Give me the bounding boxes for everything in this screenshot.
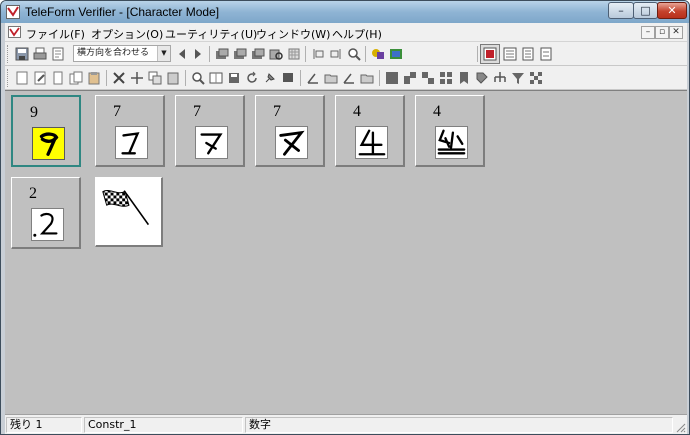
form-mode-icon[interactable] (520, 46, 536, 62)
character-tile[interactable]: 2 (11, 177, 81, 249)
character-workspace: 9 7 7 7 4 4 2 (5, 90, 687, 414)
batch-first-icon[interactable] (214, 46, 230, 62)
character-value: 9 (30, 104, 38, 121)
status-remaining: 残り 1 (6, 417, 82, 433)
character-value: 2 (29, 185, 37, 202)
character-image (32, 127, 65, 160)
character-value: 7 (113, 103, 121, 120)
paste-page-icon[interactable] (86, 70, 102, 86)
toolbar-grip[interactable] (7, 69, 10, 87)
character-image (275, 126, 308, 159)
mdi-minimize-button[interactable]: – (641, 26, 655, 39)
document-menu-icon[interactable] (8, 26, 21, 38)
edit-doc-icon[interactable] (32, 70, 48, 86)
zoom-fit-select[interactable]: 横方向を合わせる ▼ (73, 45, 171, 62)
resize-grip-icon[interactable] (674, 421, 686, 433)
menu-window[interactable]: ウィンドウ(W) (256, 26, 330, 42)
filter-icon[interactable] (510, 70, 526, 86)
previous-arrow-icon[interactable] (174, 46, 190, 62)
character-value: 7 (273, 103, 281, 120)
character-image (195, 126, 228, 159)
batch-next-icon[interactable] (250, 46, 266, 62)
checkered-flag-icon (102, 190, 150, 226)
bookmark-icon[interactable] (456, 70, 472, 86)
teleform-app-icon (6, 5, 20, 19)
menu-bar: ファイル(F) オプション(O) ユーティリティ(U) ウィンドウ(W) ヘルプ… (5, 23, 687, 42)
properties-icon[interactable] (50, 46, 66, 62)
fit-window-icon[interactable] (208, 70, 224, 86)
character-value: 4 (433, 103, 441, 120)
character-tile[interactable]: 4 (415, 95, 485, 167)
checkerboard-icon[interactable] (528, 70, 544, 86)
grid-pattern-icon[interactable] (286, 46, 302, 62)
flag-icon[interactable] (280, 70, 296, 86)
app-window: TeleForm Verifier - [Character Mode] – □… (0, 0, 690, 435)
mdi-restore-button[interactable]: ▫ (655, 26, 669, 39)
character-value: 7 (193, 103, 201, 120)
toolbar-grip[interactable] (7, 45, 10, 63)
angle-tool-icon[interactable] (305, 70, 321, 86)
close-button[interactable]: ✕ (657, 2, 687, 19)
status-constraint: Constr_1 (84, 417, 243, 433)
image-doc-icon[interactable] (14, 70, 30, 86)
mdi-close-button[interactable]: ✕ (669, 26, 683, 39)
shapes-color-icon[interactable] (370, 46, 386, 62)
field-first-icon[interactable] (310, 46, 326, 62)
pin-icon[interactable] (262, 70, 278, 86)
character-image (115, 126, 148, 159)
character-tile[interactable]: 7 (255, 95, 325, 167)
window-title: TeleForm Verifier - [Character Mode] (25, 5, 220, 19)
zoom-icon[interactable] (190, 70, 206, 86)
save-image-icon[interactable] (226, 70, 242, 86)
copy-icon[interactable] (147, 70, 163, 86)
character-mode-icon (483, 47, 497, 61)
image-color-icon[interactable] (388, 46, 404, 62)
save-icon[interactable] (14, 46, 30, 62)
menu-file[interactable]: ファイル(F) (26, 26, 85, 42)
tree-icon[interactable] (492, 70, 508, 86)
status-bar: 残り 1 Constr_1 数字 (5, 414, 687, 434)
toolbar-edit (5, 66, 687, 90)
move-icon[interactable] (129, 70, 145, 86)
print-icon[interactable] (32, 46, 48, 62)
character-tile[interactable]: 7 (95, 95, 165, 167)
character-tile[interactable]: 4 (335, 95, 405, 167)
field-last-icon[interactable] (328, 46, 344, 62)
layout-b-icon[interactable] (420, 70, 436, 86)
find-field-icon[interactable] (346, 46, 362, 62)
delete-icon[interactable] (111, 70, 127, 86)
character-tile[interactable]: 7 (175, 95, 245, 167)
layout-c-icon[interactable] (438, 70, 454, 86)
batch-prev-icon[interactable] (232, 46, 248, 62)
open-folder-icon[interactable] (323, 70, 339, 86)
rotate-icon[interactable] (244, 70, 260, 86)
field-mode-icon[interactable] (502, 46, 518, 62)
menu-utility[interactable]: ユーティリティ(U) (165, 26, 257, 42)
status-field-type: 数字 (245, 417, 673, 433)
tag-icon[interactable] (474, 70, 490, 86)
blank-page-icon[interactable] (50, 70, 66, 86)
next-arrow-icon[interactable] (190, 46, 206, 62)
layout-a-icon[interactable] (402, 70, 418, 86)
toolbar-main: 横方向を合わせる ▼ (5, 42, 687, 66)
folder-icon[interactable] (359, 70, 375, 86)
black-square-icon[interactable] (384, 70, 400, 86)
minimize-button[interactable]: – (608, 2, 634, 19)
character-value: 4 (353, 103, 361, 120)
end-of-batch-tile[interactable] (95, 177, 163, 247)
maximize-button[interactable]: □ (633, 2, 658, 19)
character-image (355, 126, 388, 159)
paste-icon[interactable] (165, 70, 181, 86)
angle-edit-icon[interactable] (341, 70, 357, 86)
title-bar[interactable]: TeleForm Verifier - [Character Mode] – □… (1, 1, 689, 23)
chevron-down-icon[interactable]: ▼ (157, 46, 170, 61)
character-image (31, 208, 64, 241)
menu-options[interactable]: オプション(O) (91, 26, 163, 42)
batch-search-icon[interactable] (268, 46, 284, 62)
copy-page-icon[interactable] (68, 70, 84, 86)
character-tile[interactable]: 9 (11, 95, 81, 167)
character-image (435, 126, 468, 159)
batch-mode-icon[interactable] (538, 46, 554, 62)
menu-help[interactable]: ヘルプ(H) (332, 26, 382, 42)
